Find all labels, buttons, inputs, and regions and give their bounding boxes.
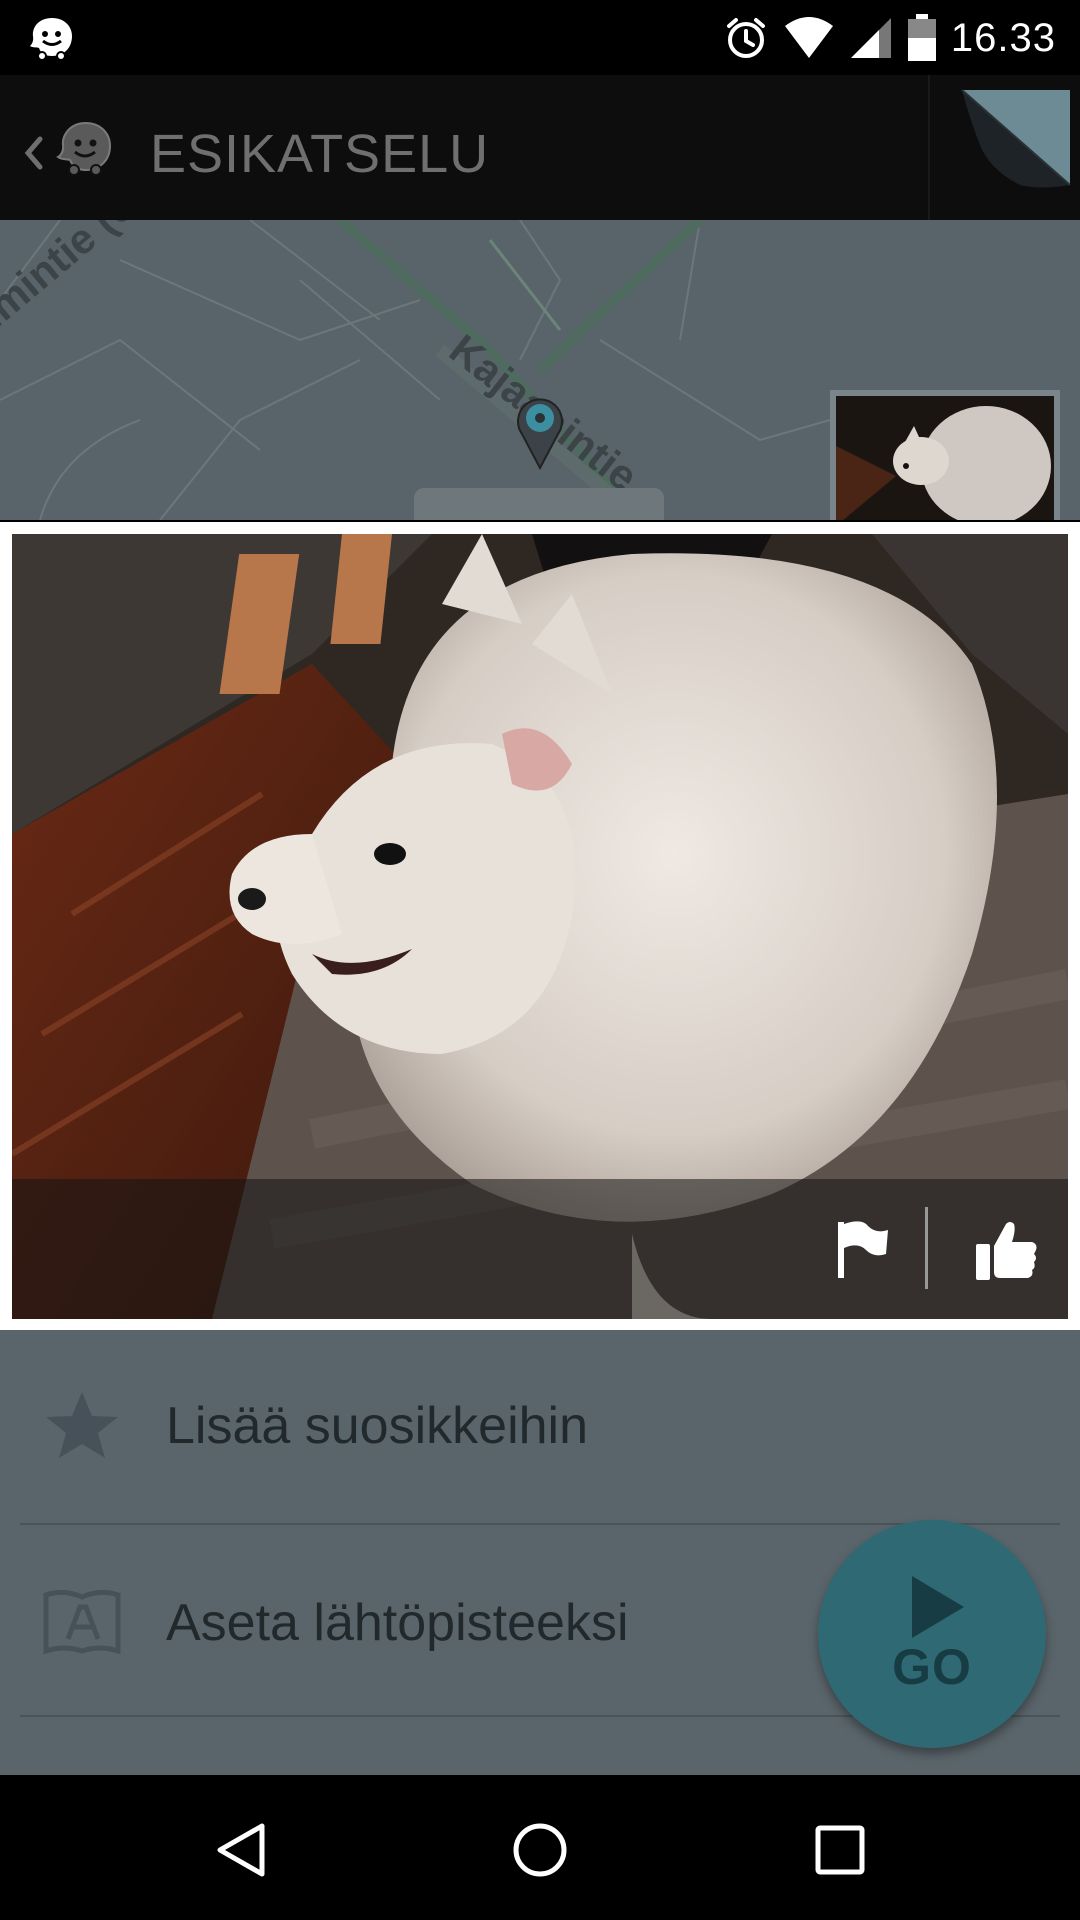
wifi-icon: [784, 17, 833, 58]
waze-logo-icon: [56, 121, 112, 176]
like-button[interactable]: [962, 1205, 1052, 1295]
app-header: ESIKATSELU: [0, 75, 1080, 220]
go-button[interactable]: GO: [818, 1520, 1046, 1748]
add-to-favorites-label: Lisää suosikkeihin: [166, 1397, 589, 1455]
set-as-start-point-label: Aseta lähtöpisteeksi: [166, 1594, 629, 1652]
map-pin-icon: [517, 398, 563, 470]
nav-home-button[interactable]: [500, 1815, 580, 1885]
nav-home-icon: [513, 1823, 567, 1877]
system-nav-bar: [0, 1775, 1080, 1920]
photo-action-bar: [12, 1179, 1068, 1319]
map-view[interactable]: nmintie (63) Kajaanintie: [0, 220, 1080, 520]
alarm-icon: [726, 18, 765, 58]
thumbs-up-icon: [976, 1222, 1037, 1280]
star-icon: [46, 1392, 118, 1458]
start-point-icon: [43, 1589, 121, 1655]
flag-icon: [838, 1221, 888, 1278]
back-button[interactable]: [20, 121, 120, 183]
photo-thumbnail[interactable]: [830, 390, 1060, 520]
nav-back-button[interactable]: [200, 1815, 280, 1885]
report-button[interactable]: [822, 1209, 902, 1289]
status-time: 16.33: [950, 15, 1056, 60]
action-divider: [925, 1207, 928, 1289]
add-to-favorites-item[interactable]: Lisää suosikkeihin: [20, 1330, 1060, 1525]
battery-icon: [907, 14, 936, 61]
user-photo[interactable]: [12, 534, 1068, 1319]
nav-recents-icon: [815, 1825, 865, 1875]
nav-back-icon: [217, 1823, 265, 1877]
page-title: ESIKATSELU: [150, 124, 490, 184]
page-curl-icon: [961, 89, 1071, 188]
photo-card: [0, 522, 1080, 1330]
play-icon: [912, 1576, 964, 1638]
waze-notification-icon: [30, 18, 72, 60]
drag-handle[interactable]: [414, 488, 664, 520]
signal-icon: [850, 18, 891, 58]
nav-recents-button[interactable]: [800, 1815, 880, 1885]
chevron-left-icon: [24, 136, 43, 170]
go-label: GO: [892, 1639, 972, 1695]
page-curl-corner[interactable]: [928, 75, 1080, 220]
status-bar: 16.33: [0, 0, 1080, 75]
